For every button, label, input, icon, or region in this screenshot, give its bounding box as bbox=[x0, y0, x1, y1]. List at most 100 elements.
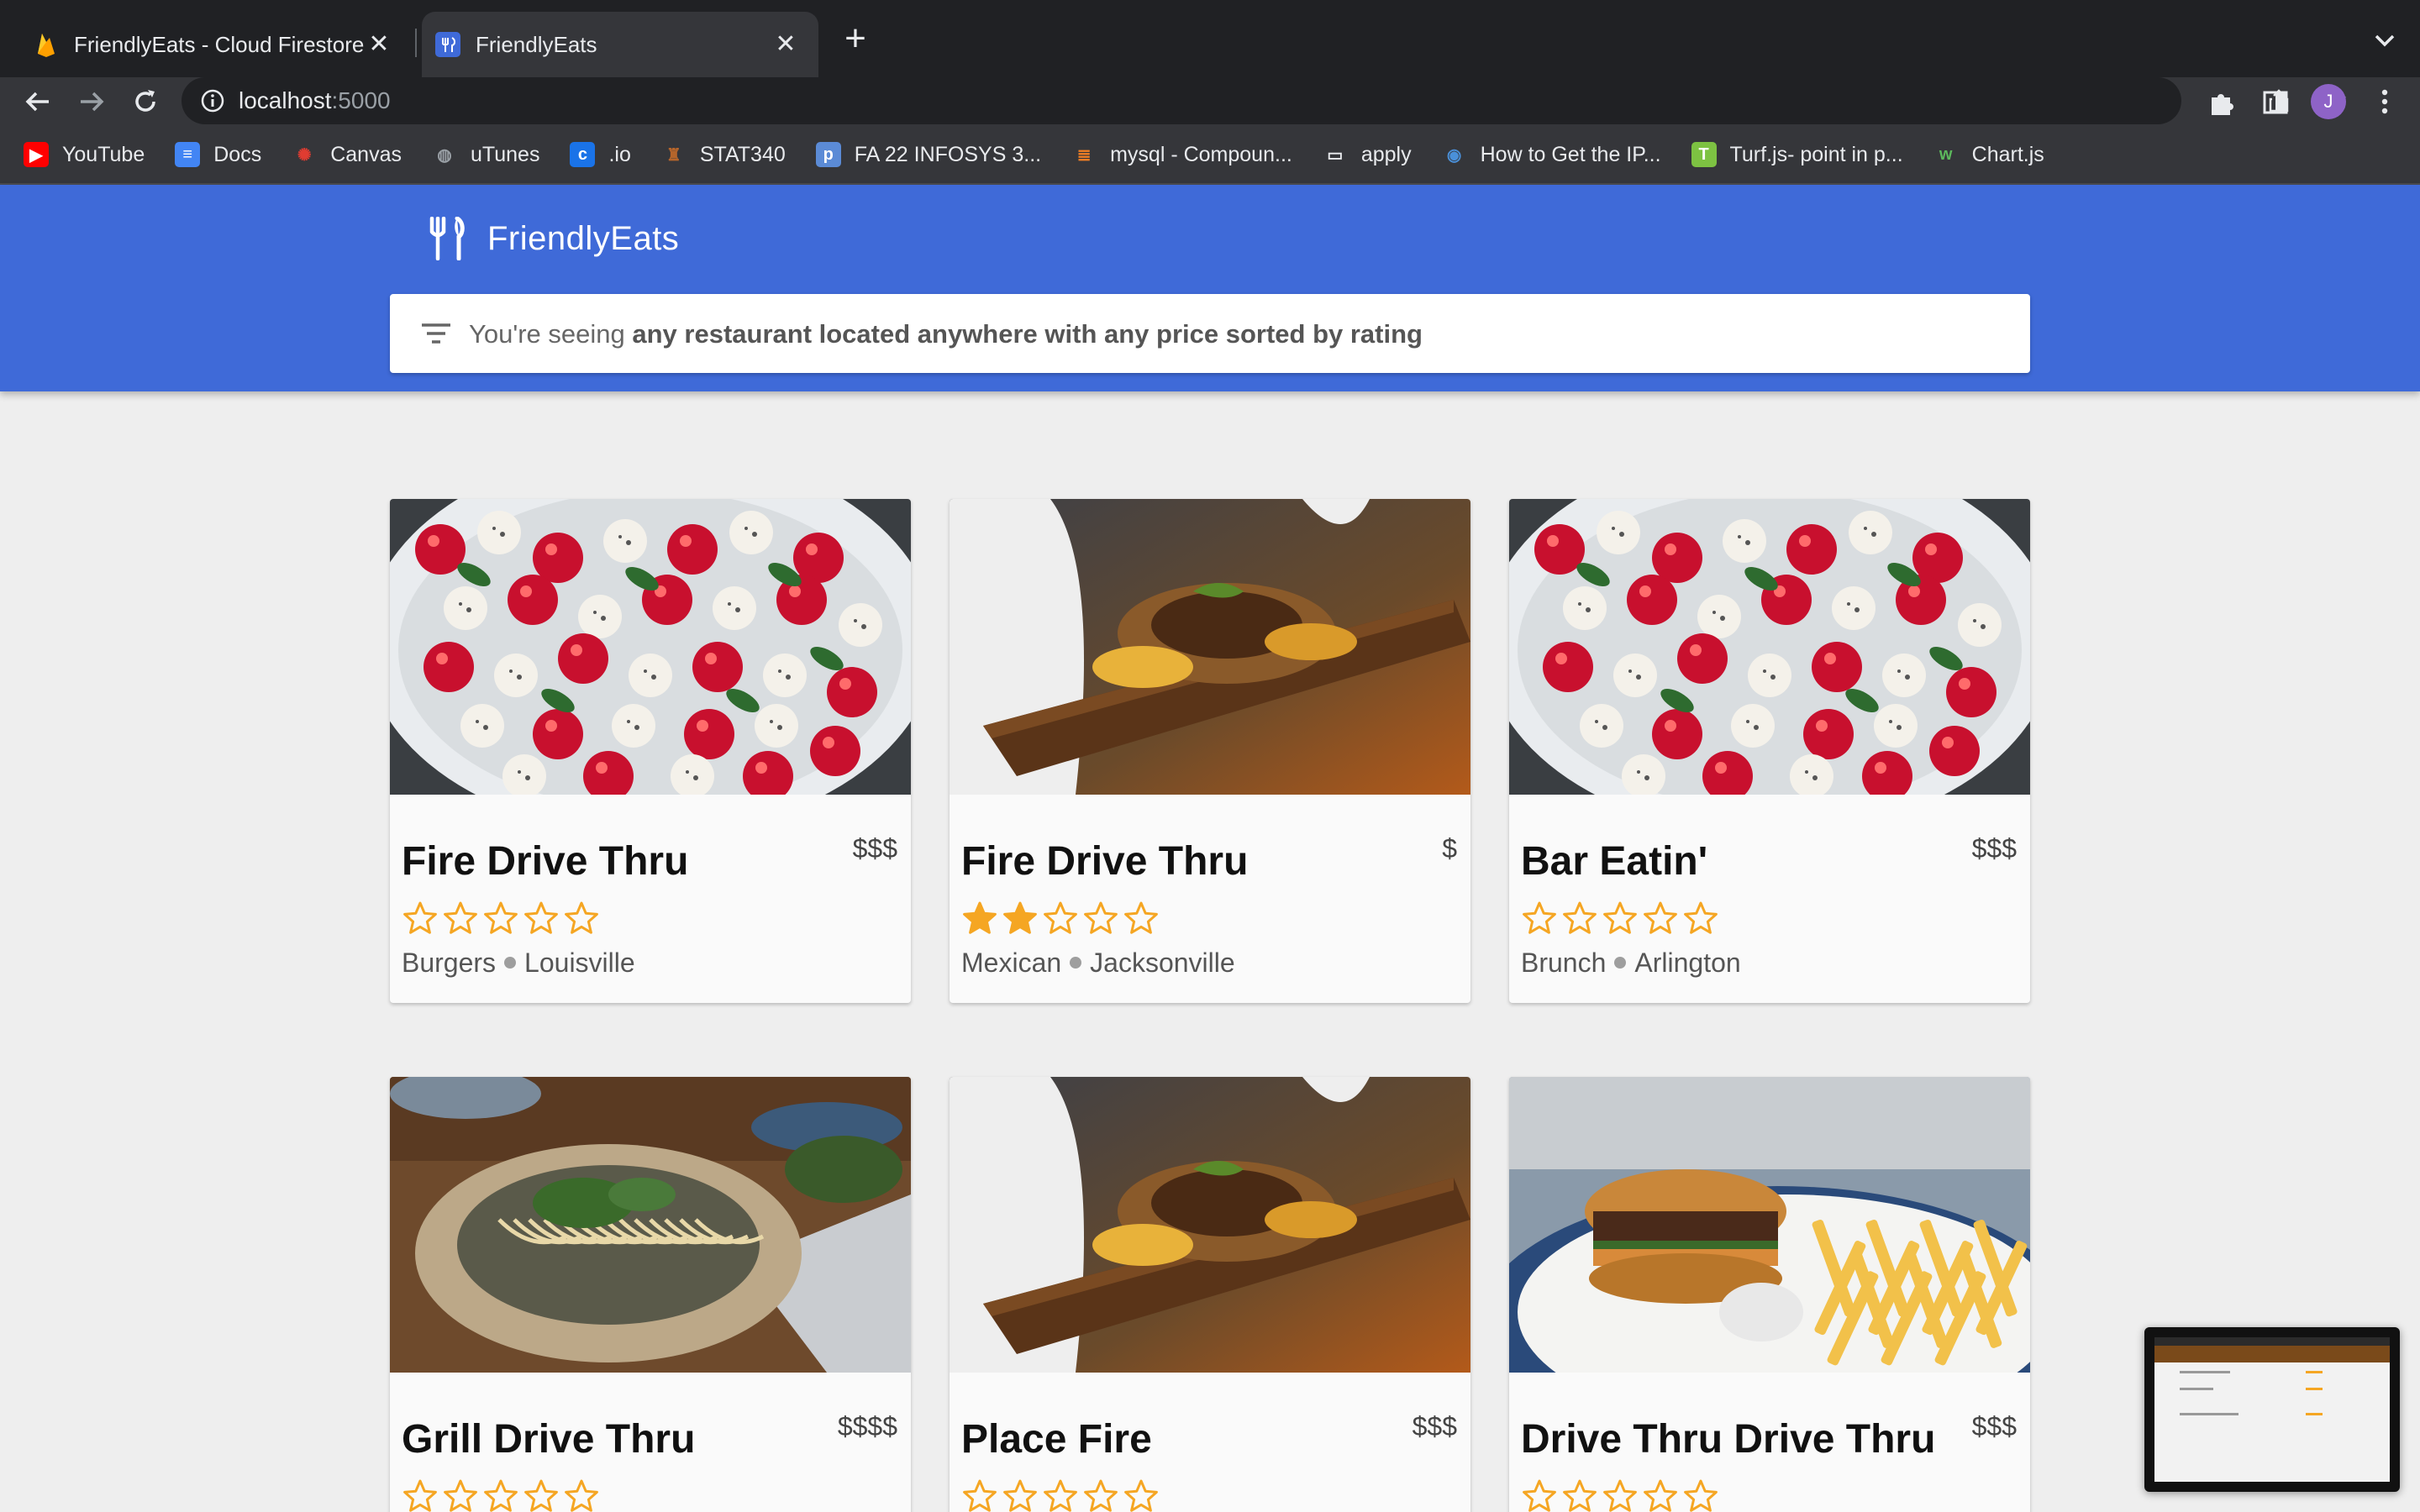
star-outline-icon bbox=[1681, 1477, 1721, 1512]
bookmark-label: uTunes bbox=[470, 142, 540, 166]
bookmark-item[interactable]: ✺ Canvas bbox=[292, 142, 402, 167]
side-panel-icon[interactable] bbox=[2260, 87, 2291, 118]
restaurant-name: Grill Drive Thru bbox=[402, 1417, 696, 1462]
docs-icon: ≡ bbox=[175, 142, 201, 167]
tab-firestore[interactable]: FriendlyEats - Cloud Firestore ✕ bbox=[0, 12, 412, 77]
star-outline-icon bbox=[521, 1477, 561, 1512]
globe-icon: ◍ bbox=[437, 145, 452, 165]
bookmark-label: Canvas bbox=[330, 142, 402, 166]
chevron-down-icon[interactable] bbox=[2370, 25, 2400, 55]
restaurant-card[interactable]: Bar Eatin' $$$ Brunch Arlington bbox=[1509, 499, 2030, 1003]
restaurant-meta: Mexican Jacksonville bbox=[961, 948, 1235, 979]
bookmark-item[interactable]: ▭ apply bbox=[1323, 142, 1412, 167]
restaurant-card[interactable]: Fire Drive Thru $ Mexican Jacksonville bbox=[950, 499, 1470, 1003]
star-outline-icon bbox=[1519, 899, 1560, 937]
brand-name: FriendlyEats bbox=[487, 219, 680, 257]
star-rating bbox=[960, 899, 1161, 937]
filter-prefix: You're seeing bbox=[469, 319, 633, 349]
bookmark-item[interactable]: ≡ Docs bbox=[175, 142, 261, 167]
screenshot-thumbnail[interactable] bbox=[2144, 1327, 2400, 1492]
bookmark-label: Chart.js bbox=[1971, 142, 2044, 166]
price-level: $$$$ bbox=[837, 1411, 897, 1441]
bookmark-item[interactable]: w Chart.js bbox=[1933, 142, 2044, 167]
restaurant-card[interactable]: Grill Drive Thru $$$$ bbox=[390, 1077, 911, 1512]
tab-friendlyeats[interactable]: FriendlyEats ✕ bbox=[422, 12, 818, 77]
separator-dot bbox=[1070, 956, 1082, 969]
star-outline-icon bbox=[1600, 899, 1640, 937]
restaurant-category: Mexican bbox=[961, 948, 1062, 978]
restaurant-category: Burgers bbox=[402, 948, 497, 978]
star-outline-icon bbox=[400, 899, 440, 937]
star-rating bbox=[1519, 899, 1721, 937]
star-outline-icon bbox=[1640, 1477, 1681, 1512]
restaurant-card[interactable]: Drive Thru Drive Thru $$$ bbox=[1509, 1077, 2030, 1512]
restaurant-category: Brunch bbox=[1521, 948, 1607, 978]
w-logo-icon: w bbox=[1939, 144, 1953, 164]
bookmark-item[interactable]: ▶ YouTube bbox=[24, 142, 145, 167]
url-host: localhost bbox=[239, 87, 332, 113]
restaurant-card[interactable]: Fire Drive Thru $$$ Burgers Louisville bbox=[390, 499, 911, 1003]
bookmark-label: How to Get the IP... bbox=[1480, 142, 1661, 166]
restaurant-city: Louisville bbox=[524, 948, 635, 978]
bookmark-item[interactable]: ≣ mysql - Compoun... bbox=[1071, 142, 1292, 167]
noodle-bowl-photo bbox=[390, 1077, 911, 1373]
url-port: :5000 bbox=[331, 87, 391, 113]
crest-icon: ♜ bbox=[666, 145, 681, 165]
tab-separator bbox=[415, 29, 417, 57]
close-icon[interactable]: ✕ bbox=[365, 30, 393, 59]
star-outline-icon bbox=[1081, 1477, 1121, 1512]
restaurant-utensils-icon bbox=[427, 216, 467, 261]
bookmark-label: YouTube bbox=[62, 142, 145, 166]
turf-icon: T bbox=[1691, 142, 1717, 167]
star-outline-icon bbox=[440, 1477, 481, 1512]
restaurant-card[interactable]: Place Fire $$$ bbox=[950, 1077, 1470, 1512]
location-icon: ◉ bbox=[1446, 145, 1462, 165]
bookmark-label: mysql - Compoun... bbox=[1110, 142, 1292, 166]
star-outline-icon bbox=[481, 1477, 521, 1512]
address-bar[interactable]: localhost:5000 bbox=[182, 77, 2347, 124]
bookmark-label: Turf.js- point in p... bbox=[1729, 142, 1903, 166]
bookmark-item[interactable]: ◍ uTunes bbox=[432, 142, 539, 167]
bookmarks-bar: ▶ YouTube ≡ Docs ✺ Canvas ◍ uTunes c .io ♜ STAT340 p… bbox=[0, 126, 2420, 185]
star-outline-icon bbox=[1121, 1477, 1161, 1512]
filter-bar[interactable]: You're seeing any restaurant located any… bbox=[390, 294, 2030, 373]
close-icon[interactable]: ✕ bbox=[771, 30, 800, 59]
bookmark-label: Docs bbox=[213, 142, 262, 166]
star-rating bbox=[1519, 1477, 1721, 1512]
bookmark-item[interactable]: ♜ STAT340 bbox=[661, 142, 786, 167]
kebab-menu-icon[interactable] bbox=[2370, 86, 2400, 118]
bookmark-item[interactable]: c .io bbox=[570, 142, 631, 167]
star-outline-icon bbox=[561, 899, 602, 937]
c-logo-icon: c bbox=[570, 142, 596, 167]
new-tab-button[interactable]: + bbox=[837, 20, 874, 59]
back-arrow-icon[interactable] bbox=[17, 81, 59, 123]
tab-title: FriendlyEats - Cloud Firestore bbox=[74, 31, 365, 57]
star-outline-icon bbox=[1040, 1477, 1081, 1512]
price-level: $$$ bbox=[852, 833, 897, 864]
canvas-icon: ✺ bbox=[297, 145, 312, 165]
price-level: $$$ bbox=[1971, 1411, 2017, 1441]
star-outline-icon bbox=[1600, 1477, 1640, 1512]
folder-icon: ▭ bbox=[1327, 145, 1344, 165]
bookmark-label: apply bbox=[1360, 142, 1412, 166]
extensions-icon[interactable] bbox=[2207, 87, 2237, 118]
tab-title: FriendlyEats bbox=[476, 31, 597, 57]
profile-avatar[interactable]: J bbox=[2311, 84, 2346, 119]
reload-icon[interactable] bbox=[124, 81, 166, 123]
star-rating bbox=[960, 1477, 1161, 1512]
star-outline-icon bbox=[960, 1477, 1000, 1512]
bookmark-item[interactable]: T Turf.js- point in p... bbox=[1691, 142, 1903, 167]
bookmark-item[interactable]: p FA 22 INFOSYS 3... bbox=[815, 142, 1041, 167]
grilled-dish-board-photo bbox=[950, 499, 1470, 795]
forward-arrow-icon[interactable] bbox=[71, 81, 113, 123]
site-info-icon[interactable] bbox=[200, 88, 225, 113]
caprese-salad-photo bbox=[390, 499, 911, 795]
browser-toolbar: localhost:5000 J bbox=[0, 77, 2420, 126]
star-outline-icon bbox=[1000, 1477, 1040, 1512]
thumbnail-image bbox=[2154, 1337, 2390, 1482]
restaurant-meta: Brunch Arlington bbox=[1521, 948, 1741, 979]
price-level: $ bbox=[1442, 833, 1457, 864]
star-outline-icon bbox=[1081, 899, 1121, 937]
brand[interactable]: FriendlyEats bbox=[427, 216, 680, 261]
bookmark-item[interactable]: ◉ How to Get the IP... bbox=[1442, 142, 1661, 167]
